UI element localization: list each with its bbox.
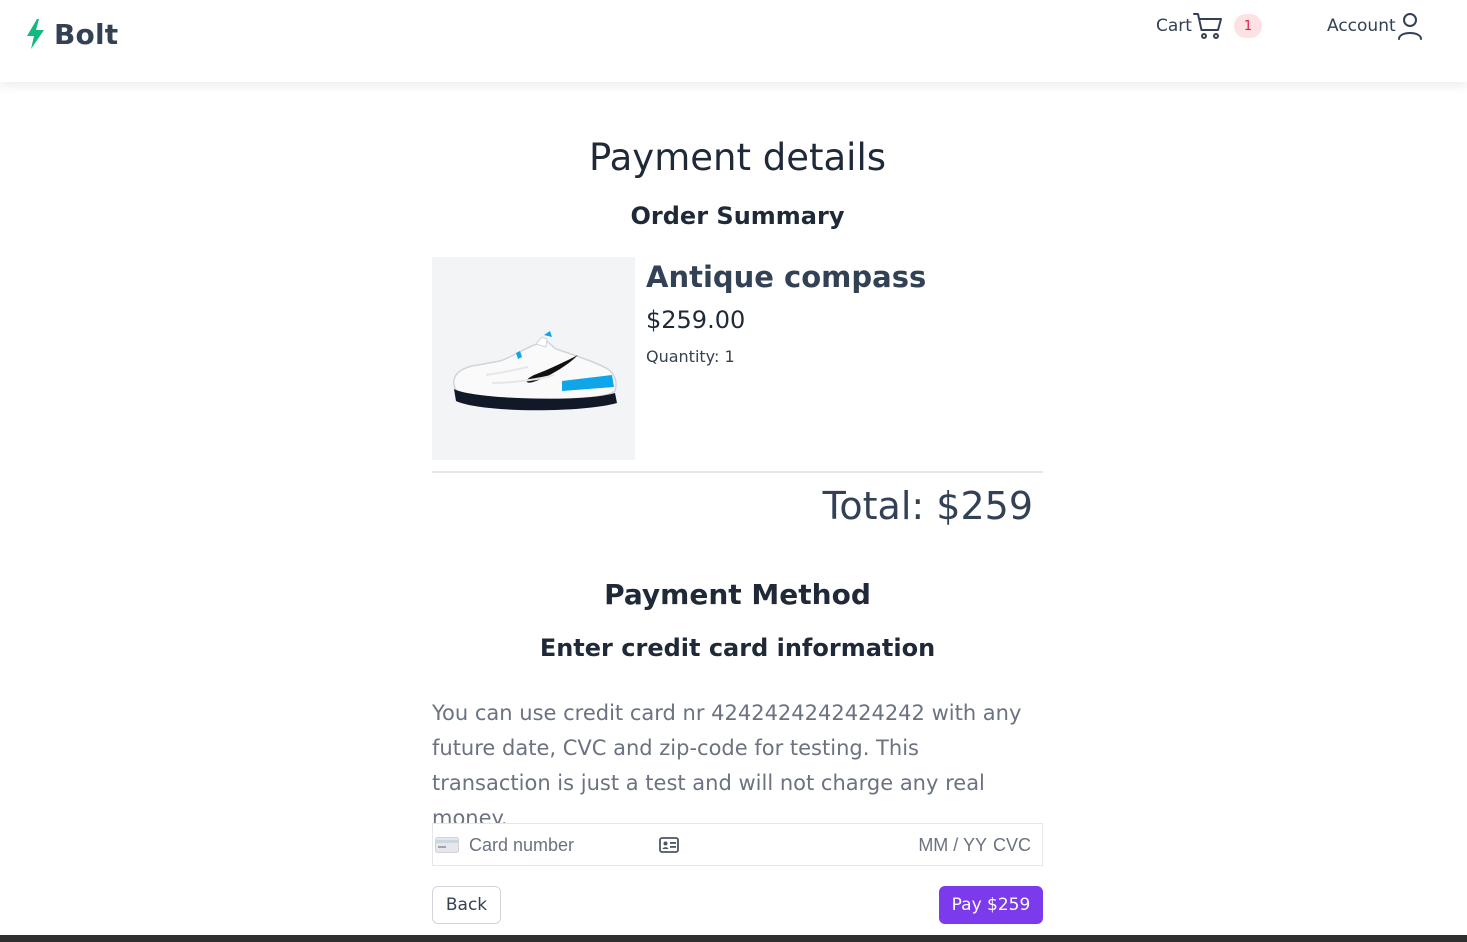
cart-count-badge: 1 (1233, 14, 1262, 38)
page-title: Payment details (588, 136, 886, 179)
credit-card-icon (435, 837, 459, 853)
pay-button[interactable]: Pay $259 (939, 886, 1043, 924)
card-input-field[interactable] (432, 823, 1043, 866)
nav-cart-link[interactable]: Cart 1 (1156, 8, 1262, 44)
brand-name: Bolt (54, 17, 119, 51)
account-label: Account (1327, 16, 1396, 36)
product-price: $259.00 (646, 306, 746, 334)
user-icon (1396, 11, 1424, 41)
payment-method-heading: Payment Method (604, 578, 871, 611)
contact-card-autofill-icon[interactable] (659, 837, 679, 853)
product-name: Antique compass (646, 260, 927, 294)
top-navbar: Bolt Cart 1 Account (0, 0, 1467, 82)
shopping-cart-icon (1192, 11, 1224, 41)
cart-label: Cart (1156, 16, 1192, 36)
back-button[interactable]: Back (432, 886, 501, 924)
brand-logo-link[interactable]: Bolt (24, 16, 118, 52)
taskbar-strip (0, 935, 1467, 942)
payment-method-subheading: Enter credit card information (539, 634, 936, 662)
product-quantity: Quantity: 1 (646, 347, 735, 366)
order-summary-heading: Order Summary (630, 202, 845, 230)
summary-divider (432, 471, 1043, 473)
sneaker-product-image (432, 257, 635, 460)
nav-account-link[interactable]: Account (1327, 8, 1424, 44)
order-total: Total: $259 (822, 484, 1033, 528)
test-card-note: You can use credit card nr 4242424242424… (432, 701, 1022, 830)
card-cvc-input[interactable] (993, 833, 1033, 857)
lightning-bolt-icon (24, 18, 46, 50)
card-number-input[interactable] (469, 833, 659, 857)
card-expiry-input[interactable] (903, 833, 987, 857)
